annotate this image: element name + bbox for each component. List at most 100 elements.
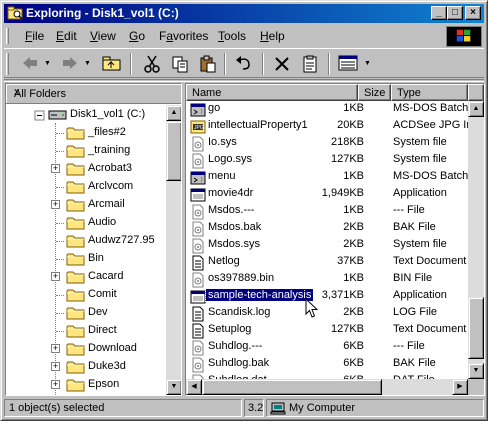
maximize-button[interactable]: □ — [447, 6, 463, 20]
scroll-thumb[interactable] — [166, 121, 181, 181]
file-row[interactable]: Msdos.sys 2KB System file — [186, 237, 468, 254]
file-row[interactable]: Suhdlog.bak 6KB BAK File — [186, 356, 468, 373]
scroll-thumb[interactable] — [202, 379, 382, 395]
file-size: 6KB — [343, 357, 364, 369]
folder-icon — [66, 307, 85, 320]
forward-dropdown-icon[interactable]: ▼ — [84, 60, 91, 67]
close-pane-icon[interactable]: x — [14, 86, 177, 98]
tree-folder-item[interactable]: + Cacard — [6, 268, 166, 286]
views-icon[interactable] — [336, 53, 360, 75]
scroll-left-icon[interactable]: ◀ — [186, 379, 202, 395]
expand-icon[interactable]: + — [51, 362, 60, 371]
scroll-up-icon[interactable]: ▲ — [166, 105, 181, 121]
expand-icon[interactable]: + — [51, 380, 60, 389]
file-row[interactable]: Setuplog 127KB Text Document — [186, 322, 468, 339]
tree-folder-item[interactable]: + Duke3d — [6, 358, 166, 376]
expand-icon[interactable]: + — [51, 272, 60, 281]
tree-folder-item[interactable]: Audio — [6, 214, 166, 232]
toolbar-strip — [4, 79, 484, 82]
menu-grip[interactable] — [6, 28, 9, 44]
file-pane: Name Size Type go 1KB MS-DOS Batch JPG intel… — [185, 83, 485, 396]
menu-tools[interactable]: Tools — [218, 29, 246, 43]
status-size-panel: 3.2 — [244, 399, 264, 417]
menu-favorites[interactable]: Favorites — [159, 29, 208, 43]
file-name: Suhdlog.--- — [208, 340, 263, 352]
tree-folder-item[interactable]: Direct — [6, 322, 166, 340]
scroll-down-icon[interactable]: ▼ — [468, 363, 484, 379]
close-button[interactable]: × — [465, 6, 481, 20]
menu-go[interactable]: Go — [129, 29, 145, 43]
file-row[interactable]: Scandisk.log 2KB LOG File — [186, 305, 468, 322]
file-row[interactable]: Suhdlog.--- 6KB --- File — [186, 339, 468, 356]
tree-folder-item[interactable]: + Arcmail — [6, 196, 166, 214]
up-folder-icon[interactable] — [100, 53, 124, 75]
scroll-up-icon[interactable]: ▲ — [468, 101, 484, 117]
delete-icon[interactable] — [270, 53, 294, 75]
back-dropdown-icon[interactable]: ▼ — [44, 60, 51, 67]
forward-icon[interactable] — [58, 53, 82, 75]
tree-folder-item[interactable]: +Ftcolor — [6, 394, 166, 396]
tree-folder-item[interactable]: Audwz727.95 — [6, 232, 166, 250]
file-row[interactable]: sample-tech-analysis 3,371KB Application — [186, 288, 468, 305]
windows-logo-icon — [446, 26, 482, 47]
file-row[interactable]: Netlog 37KB Text Document — [186, 254, 468, 271]
file-vertical-scrollbar[interactable]: ▲ ▼ — [468, 101, 484, 379]
file-horizontal-scrollbar[interactable]: ◀ ▶ — [186, 379, 468, 395]
properties-icon[interactable] — [298, 53, 322, 75]
expand-icon[interactable]: + — [51, 200, 60, 209]
scroll-right-icon[interactable]: ▶ — [452, 379, 468, 395]
folder-icon — [66, 395, 86, 396]
tree-folder-item[interactable]: _files#2 — [6, 124, 166, 142]
file-row[interactable]: JPG intellectualProperty1 20KB ACDSee JPG I… — [186, 118, 468, 135]
tree-folder-item[interactable]: Bin — [6, 250, 166, 268]
collapse-icon[interactable] — [34, 107, 48, 123]
title-bar[interactable]: Exploring - Disk1_vol1 (C:) _ □ × — [4, 4, 484, 23]
file-row[interactable]: Logo.sys 127KB System file — [186, 152, 468, 169]
tree-folder-item[interactable]: _training — [6, 142, 166, 160]
file-row[interactable]: movie4dr 1,949KB Application — [186, 186, 468, 203]
tree-folder-item[interactable]: + Epson — [6, 376, 166, 394]
menu-edit[interactable]: Edit — [56, 29, 77, 43]
toolbar-grip[interactable] — [6, 53, 9, 75]
minimize-button[interactable]: _ — [431, 6, 447, 20]
expand-icon[interactable]: + — [51, 164, 60, 173]
back-icon[interactable] — [18, 53, 42, 75]
tree-folder-item[interactable]: Comit — [6, 286, 166, 304]
tree-folder-item[interactable]: + Download — [6, 340, 166, 358]
cut-icon[interactable] — [140, 53, 164, 75]
file-row[interactable]: Msdos.--- 1KB --- File — [186, 203, 468, 220]
file-type: BAK File — [393, 357, 436, 369]
tree-folder-item[interactable]: + Acrobat3 — [6, 160, 166, 178]
file-type: Text Document — [393, 323, 467, 335]
column-header-size[interactable]: Size — [358, 84, 391, 101]
file-name: menu — [208, 170, 236, 182]
file-type: BIN File — [393, 272, 433, 284]
tree-branch-line — [56, 241, 64, 242]
tree-folder-item[interactable]: Dev — [6, 304, 166, 322]
file-name: Io.sys — [208, 136, 237, 148]
folder-vertical-scrollbar[interactable]: ▲ ▼ — [166, 105, 181, 395]
file-row[interactable]: menu 1KB MS-DOS Batch — [186, 169, 468, 186]
tree-folder-label: Duke3d — [88, 360, 126, 372]
expand-icon[interactable]: + — [51, 344, 60, 353]
menu-view[interactable]: View — [90, 29, 116, 43]
copy-icon[interactable] — [168, 53, 192, 75]
undo-icon[interactable] — [232, 53, 256, 75]
file-type: Application — [393, 187, 447, 199]
views-dropdown-icon[interactable]: ▼ — [364, 60, 371, 67]
folder-icon — [66, 235, 85, 248]
file-row[interactable]: Io.sys 218KB System file — [186, 135, 468, 152]
menu-help[interactable]: Help — [260, 29, 285, 43]
file-row[interactable]: os397889.bin 1KB BIN File — [186, 271, 468, 288]
scroll-down-icon[interactable]: ▼ — [166, 379, 181, 395]
tree-folder-label: Dev — [88, 306, 108, 318]
menu-file[interactable]: File — [25, 29, 44, 43]
file-row[interactable]: Msdos.bak 2KB BAK File — [186, 220, 468, 237]
tree-folder-item[interactable]: Arclvcom — [6, 178, 166, 196]
tree-folder-label: Download — [88, 342, 137, 354]
paste-icon[interactable] — [196, 53, 220, 75]
scroll-thumb[interactable] — [468, 297, 484, 359]
column-header-name[interactable]: Name — [186, 84, 358, 101]
file-row[interactable]: go 1KB MS-DOS Batch — [186, 101, 468, 118]
column-header-type[interactable]: Type — [391, 84, 468, 101]
